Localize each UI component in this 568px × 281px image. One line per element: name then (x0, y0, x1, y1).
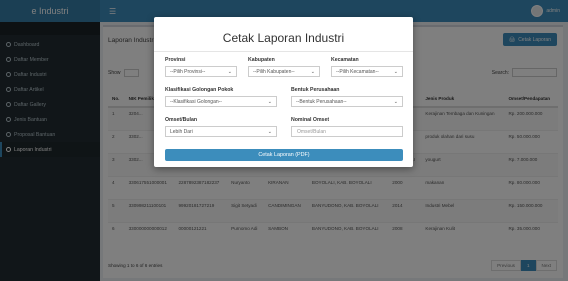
chevron-down-icon: ⌄ (267, 128, 272, 135)
golongan-label: Klasifikasi Golongan Pokok (165, 87, 234, 93)
nominal-label: Nominal Omset (291, 117, 330, 123)
modal-title: Cetak Laporan Industri (222, 31, 345, 45)
kecamatan-label: Kecamatan (331, 57, 359, 63)
chevron-down-icon: ⌄ (393, 68, 398, 75)
kabupaten-value: --Pilih Kabupaten-- (253, 68, 295, 75)
chevron-down-icon: ⌄ (227, 68, 232, 75)
nominal-group: Nominal Omset Omset/Bulan (291, 117, 403, 137)
provinsi-group: Provinsi --Pilih Provinsi-- ⌄ (165, 57, 237, 77)
modal-divider (154, 51, 413, 52)
kabupaten-label: Kabupaten (248, 57, 275, 63)
kecamatan-group: Kecamatan --Pilih Kecamatan-- ⌄ (331, 57, 403, 77)
bentuk-group: Bentuk Perusahaan --Bentuk Perusahaan-- … (291, 87, 403, 107)
bentuk-label: Bentuk Perusahaan (291, 87, 340, 93)
provinsi-label: Provinsi (165, 57, 186, 63)
omset-group: Omset/Bulan Lebih Dari ⌄ (165, 117, 277, 137)
provinsi-select[interactable]: --Pilih Provinsi-- ⌄ (165, 66, 237, 77)
omset-value: Lebih Dari (170, 128, 193, 135)
omset-select[interactable]: Lebih Dari ⌄ (165, 126, 277, 137)
chevron-down-icon: ⌄ (310, 68, 315, 75)
kecamatan-value: --Pilih Kecamatan-- (336, 68, 379, 75)
bentuk-value: --Bentuk Perusahaan-- (296, 98, 347, 105)
print-report-modal: Cetak Laporan Industri Provinsi --Pilih … (154, 17, 413, 167)
kecamatan-select[interactable]: --Pilih Kecamatan-- ⌄ (331, 66, 403, 77)
chevron-down-icon: ⌄ (393, 98, 398, 105)
print-pdf-button[interactable]: Cetak Laporan (PDF) (165, 149, 403, 161)
bentuk-select[interactable]: --Bentuk Perusahaan-- ⌄ (291, 96, 403, 107)
provinsi-value: --Pilih Provinsi-- (170, 68, 206, 75)
nominal-omset-input[interactable]: Omset/Bulan (291, 126, 403, 137)
golongan-value: --Klasifikasi Golongan-- (170, 98, 222, 105)
omset-label: Omset/Bulan (165, 117, 197, 123)
golongan-select[interactable]: --Klasifikasi Golongan-- ⌄ (165, 96, 277, 107)
kabupaten-select[interactable]: --Pilih Kabupaten-- ⌄ (248, 66, 320, 77)
chevron-down-icon: ⌄ (267, 98, 272, 105)
golongan-group: Klasifikasi Golongan Pokok --Klasifikasi… (165, 87, 277, 107)
kabupaten-group: Kabupaten --Pilih Kabupaten-- ⌄ (248, 57, 320, 77)
